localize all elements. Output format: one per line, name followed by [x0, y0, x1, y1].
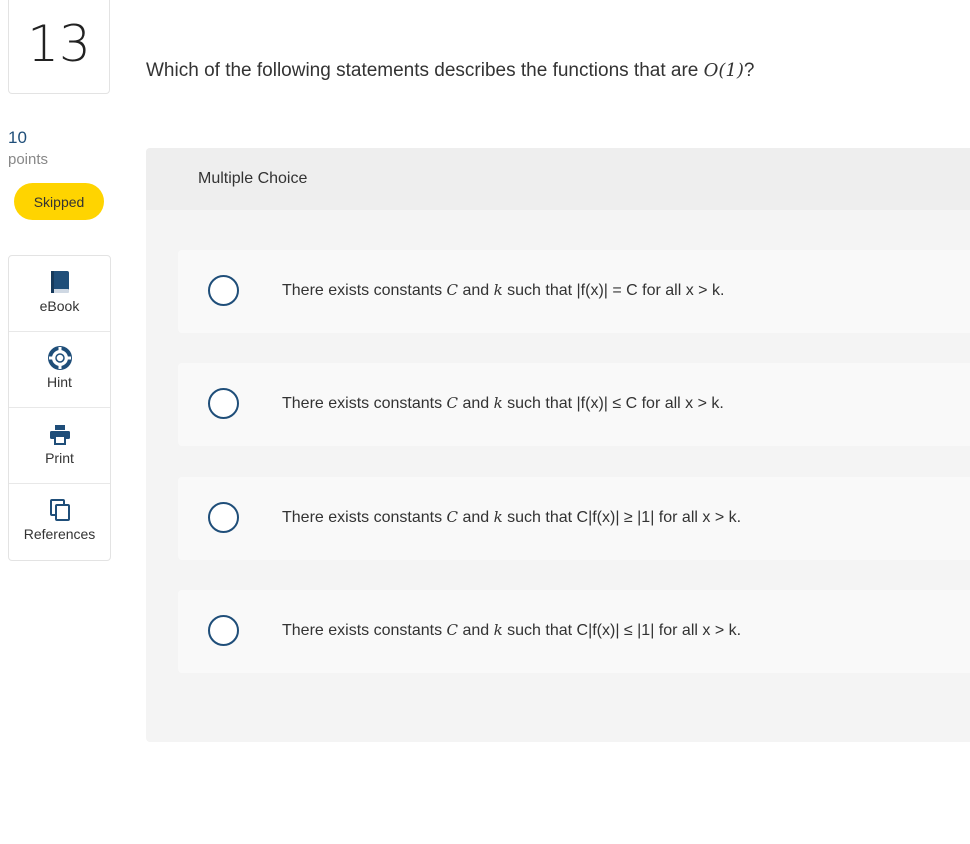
radio-button[interactable]	[208, 388, 239, 419]
choice-text: There exists constants C and k such that…	[282, 394, 724, 412]
tools-panel: eBook Hint Print References	[8, 255, 111, 561]
question-math: O(1)	[703, 60, 744, 81]
radio-button[interactable]	[208, 502, 239, 533]
radio-button[interactable]	[208, 275, 239, 306]
choice-text: There exists constants C and k such that…	[282, 281, 725, 299]
points-label: points	[8, 151, 49, 168]
hint-button[interactable]: Hint	[9, 332, 110, 408]
printer-icon	[48, 422, 72, 446]
panel-title: Multiple Choice	[146, 148, 970, 210]
question-suffix: ?	[743, 60, 755, 81]
choice-option-3[interactable]: There exists constants C and k such that…	[178, 477, 970, 560]
references-label: References	[23, 526, 96, 542]
points-value: 10	[8, 128, 27, 147]
choice-text: There exists constants C and k such that…	[282, 508, 742, 526]
hint-label: Hint	[47, 374, 72, 390]
references-button[interactable]: References	[9, 484, 110, 560]
lifebuoy-icon	[47, 346, 72, 370]
choice-option-2[interactable]: There exists constants C and k such that…	[178, 363, 970, 446]
status-badge: Skipped	[14, 183, 104, 220]
choice-option-1[interactable]: There exists constants C and k such that…	[178, 250, 970, 333]
answer-panel: Multiple Choice There exists constants C…	[146, 148, 970, 742]
print-label: Print	[45, 450, 74, 466]
question-text: Which of the following statements descri…	[146, 60, 754, 82]
radio-button[interactable]	[208, 615, 239, 646]
choice-text: There exists constants C and k such that…	[282, 621, 742, 639]
ebook-button[interactable]: eBook	[9, 256, 110, 332]
choice-option-4[interactable]: There exists constants C and k such that…	[178, 590, 970, 673]
question-prefix: Which of the following statements descri…	[146, 60, 704, 81]
question-number: 13	[8, 0, 110, 94]
ebook-label: eBook	[39, 298, 80, 314]
print-button[interactable]: Print	[9, 408, 110, 484]
copy-pages-icon	[48, 498, 72, 522]
book-icon	[48, 270, 72, 294]
